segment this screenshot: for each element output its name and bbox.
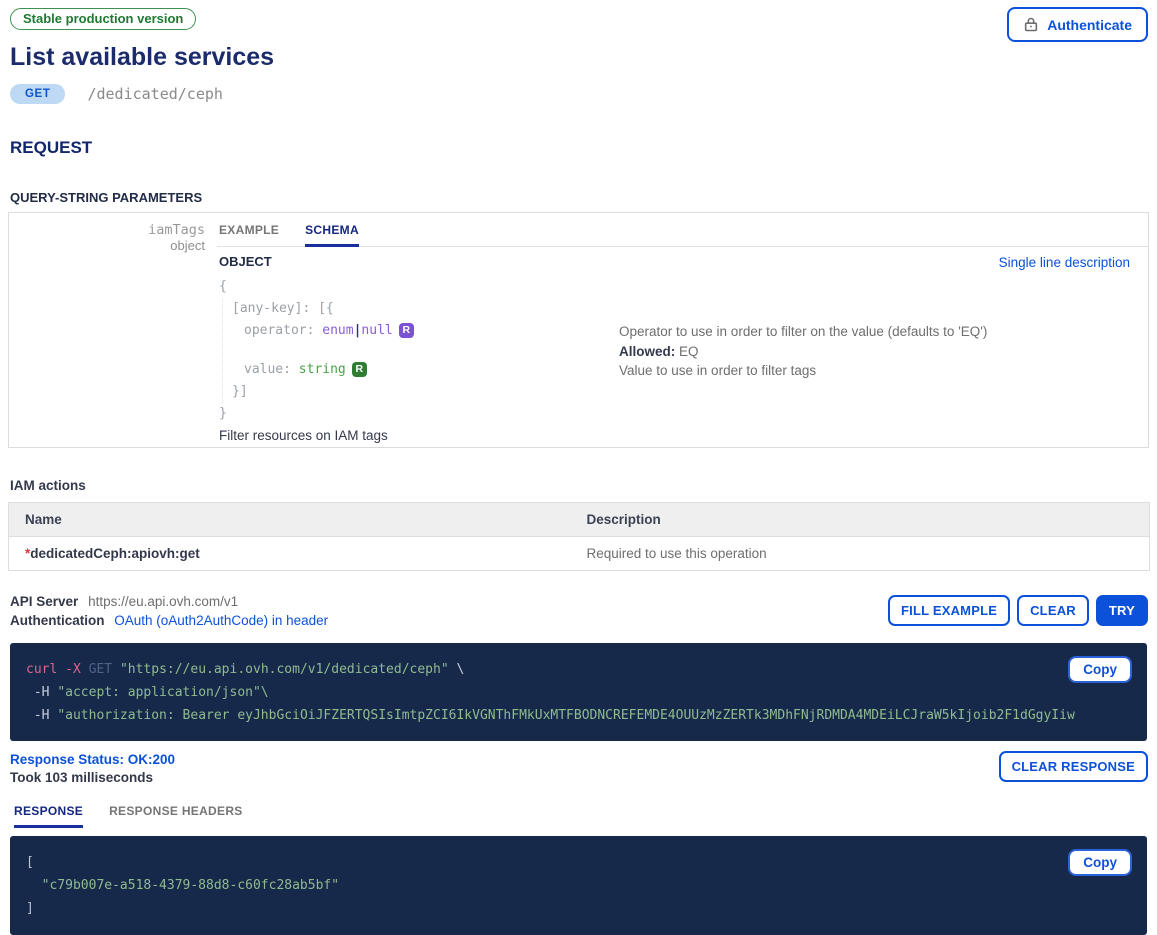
tab-response-headers[interactable]: RESPONSE HEADERS [109, 804, 243, 827]
response-duration: Took 103 milliseconds [10, 769, 1147, 787]
try-button[interactable]: TRY [1096, 595, 1148, 626]
clear-button[interactable]: CLEAR [1017, 595, 1089, 626]
response-body-block: Copy [ "c79b007e-a518-4379-88d8-c60fc28a… [10, 836, 1147, 935]
iam-action-name: dedicatedCeph:apiovh:get [30, 546, 200, 561]
schema-close-brace: } [219, 403, 1132, 425]
param-type: object [9, 238, 205, 253]
operator-type-null: null [361, 323, 392, 338]
param-iamtags-box: iamTags object EXAMPLE SCHEMA OBJECT Sin… [8, 212, 1149, 448]
operator-type-enum: enum [322, 323, 353, 338]
lock-icon [1023, 16, 1039, 33]
authentication-link[interactable]: OAuth (oAuth2AuthCode) in header [114, 613, 328, 628]
operator-description: Operator to use in order to filter on th… [619, 324, 1119, 339]
table-row: *dedicatedCeph:apiovh:get Required to us… [9, 537, 1150, 571]
response-status: Response Status: OK:200 [10, 751, 1147, 769]
param-tabs: EXAMPLE SCHEMA [217, 213, 1148, 247]
iam-actions-title: IAM actions [10, 478, 1147, 493]
curl-command: curl -X GET "https://eu.api.ovh.com/v1/d… [26, 658, 1131, 727]
page-title: List available services [10, 43, 1148, 72]
version-badge: Stable production version [10, 8, 196, 30]
tab-schema[interactable]: SCHEMA [305, 213, 359, 247]
value-description: Value to use in order to filter tags [619, 363, 1119, 378]
authenticate-label: Authenticate [1047, 17, 1132, 33]
schema-open-brace: { [219, 276, 1132, 298]
api-info-section: API Server https://eu.api.ovh.com/v1 Aut… [10, 592, 1147, 634]
http-method-badge: GET [10, 84, 65, 104]
tab-response[interactable]: RESPONSE [14, 804, 83, 828]
response-body: [ "c79b007e-a518-4379-88d8-c60fc28ab5bf"… [26, 851, 1131, 920]
param-label-column: iamTags object [9, 213, 217, 447]
fill-example-button[interactable]: FILL EXAMPLE [888, 595, 1010, 626]
schema-close-bracket: }] [232, 381, 1132, 403]
required-badge-value: R [352, 362, 367, 377]
api-server-label: API Server [10, 594, 78, 609]
iam-action-description: Required to use this operation [571, 537, 1150, 571]
clear-response-button[interactable]: CLEAR RESPONSE [999, 751, 1148, 782]
authenticate-button[interactable]: Authenticate [1007, 7, 1148, 42]
authentication-label: Authentication [10, 613, 105, 628]
single-line-description-link[interactable]: Single line description [999, 255, 1130, 270]
schema-object-label: OBJECT [219, 254, 1132, 269]
column-header-description: Description [571, 503, 1150, 537]
api-server-value: https://eu.api.ovh.com/v1 [88, 594, 238, 609]
required-badge-operator: R [399, 323, 414, 338]
value-type-string: string [299, 362, 346, 377]
response-status-section: Response Status: OK:200 Took 103 millise… [10, 751, 1147, 787]
page-header: Stable production version Authenticate L… [0, 0, 1157, 104]
iam-actions-table: Name Description *dedicatedCeph:apiovh:g… [8, 502, 1150, 571]
schema-panel: OBJECT Single line description { [any-ke… [217, 247, 1148, 449]
query-string-parameters-title: QUERY-STRING PARAMETERS [10, 190, 1147, 205]
param-description: Filter resources on IAM tags [219, 428, 388, 443]
request-section-title: REQUEST [10, 138, 1147, 158]
response-tabs: RESPONSE RESPONSE HEADERS [10, 804, 1147, 827]
param-name: iamTags [9, 223, 205, 238]
tab-example[interactable]: EXAMPLE [219, 213, 279, 246]
curl-code-block: Copy curl -X GET "https://eu.api.ovh.com… [10, 643, 1147, 741]
column-header-name: Name [9, 503, 571, 537]
operator-allowed-values: Allowed: EQ [619, 344, 1119, 359]
schema-anykey-line: [any-key]: [{ [232, 298, 1132, 320]
endpoint-path: /dedicated/ceph [87, 85, 222, 103]
copy-response-button[interactable]: Copy [1068, 849, 1132, 876]
copy-curl-button[interactable]: Copy [1068, 656, 1132, 683]
